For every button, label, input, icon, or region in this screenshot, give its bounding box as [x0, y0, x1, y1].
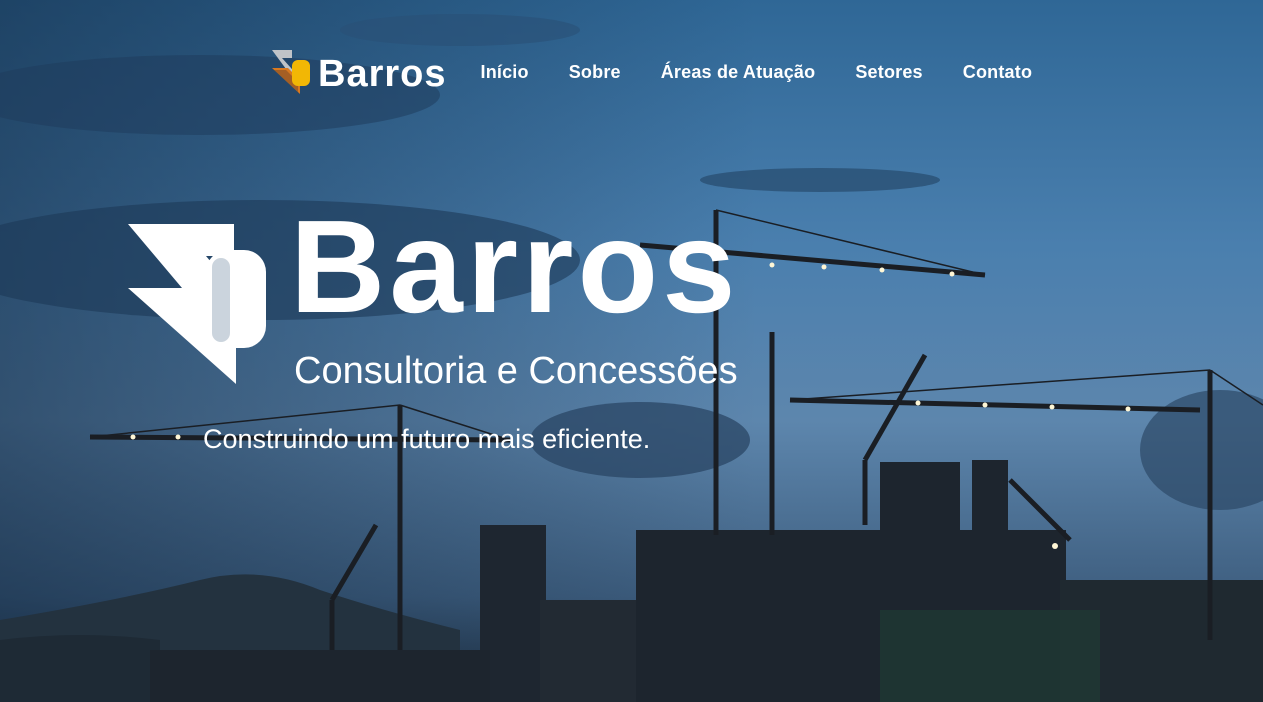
hero-logo-text: Barros	[290, 193, 740, 340]
hero-tagline: Consultoria e Concessões	[294, 350, 738, 392]
nav-item-contato[interactable]: Contato	[963, 62, 1032, 83]
main-nav: Início Sobre Áreas de Atuação Setores Co…	[481, 62, 1033, 83]
header-logo[interactable]: Barros	[270, 48, 447, 96]
nav-item-sobre[interactable]: Sobre	[569, 62, 621, 83]
barros-logo-mark-icon	[272, 50, 310, 94]
nav-item-areas-de-atuacao[interactable]: Áreas de Atuação	[661, 62, 816, 83]
hero-headline: Construindo um futuro mais eficiente.	[203, 424, 651, 454]
hero-logo: Barros Consultoria e Concessões	[126, 194, 766, 392]
site-header: Barros Início Sobre Áreas de Atuação Set…	[270, 48, 1032, 96]
nav-item-setores[interactable]: Setores	[855, 62, 922, 83]
header-logo-text: Barros	[318, 53, 447, 95]
barros-logo-mark-large-icon	[128, 224, 266, 384]
nav-item-inicio[interactable]: Início	[481, 62, 529, 83]
